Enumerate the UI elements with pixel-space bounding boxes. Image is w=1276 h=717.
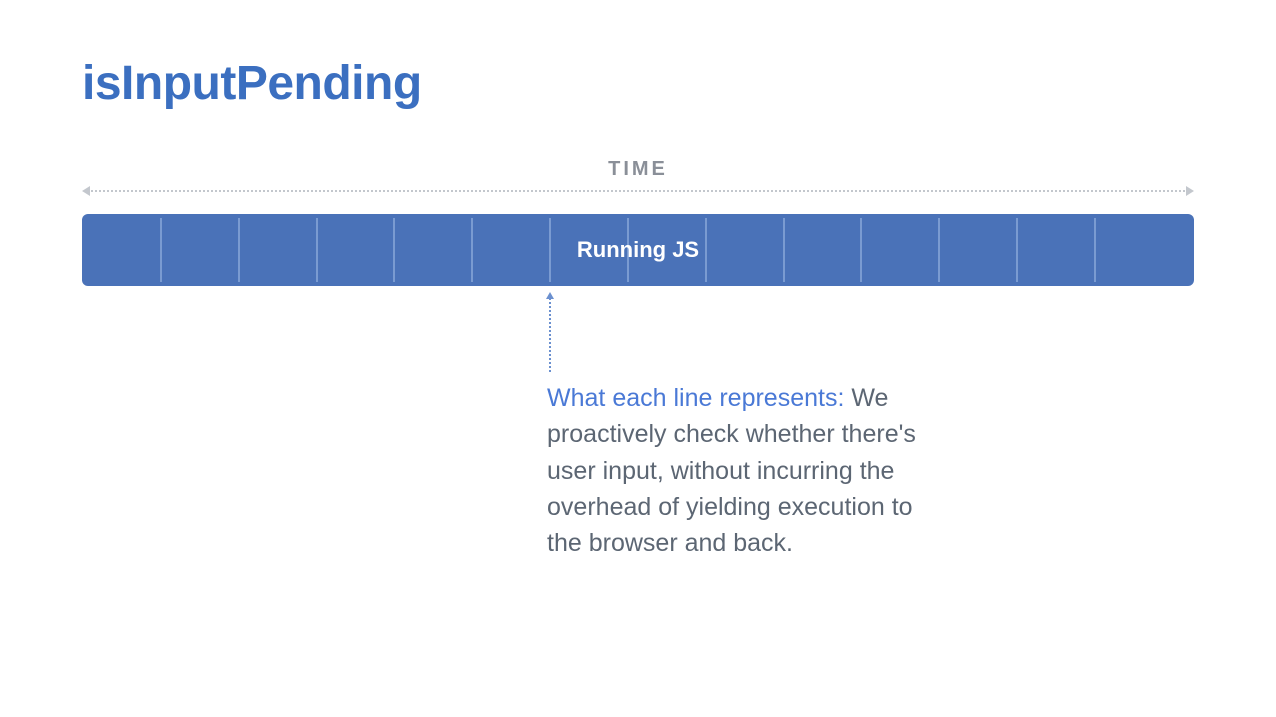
caption-lead: What each line represents: (547, 384, 844, 412)
timeline-tick (238, 218, 240, 282)
timeline-bar-wrap: Running JS (82, 214, 1194, 286)
time-axis (82, 186, 1194, 196)
timeline-tick (393, 218, 395, 282)
page-title: isInputPending (82, 56, 422, 111)
timeline-tick (316, 218, 318, 282)
axis-arrow-right-icon (1186, 186, 1194, 196)
timeline-tick (160, 218, 162, 282)
slide-root: isInputPending TIME Running JS What each… (0, 0, 1276, 717)
timeline-tick (549, 218, 551, 282)
timeline-tick (471, 218, 473, 282)
timeline-tick (705, 218, 707, 282)
axis-line (88, 190, 1188, 192)
timeline-tick (1094, 218, 1096, 282)
timeline-tick (938, 218, 940, 282)
axis-label: TIME (82, 158, 1194, 181)
caption-block: What each line represents: We proactivel… (547, 380, 947, 561)
timeline-tick (860, 218, 862, 282)
timeline-tick (783, 218, 785, 282)
timeline-bar-label: Running JS (82, 214, 1194, 286)
timeline-tick (627, 218, 629, 282)
timeline-tick (1016, 218, 1018, 282)
pointer-arrow-icon (549, 294, 551, 372)
timeline-bar: Running JS (82, 214, 1194, 286)
